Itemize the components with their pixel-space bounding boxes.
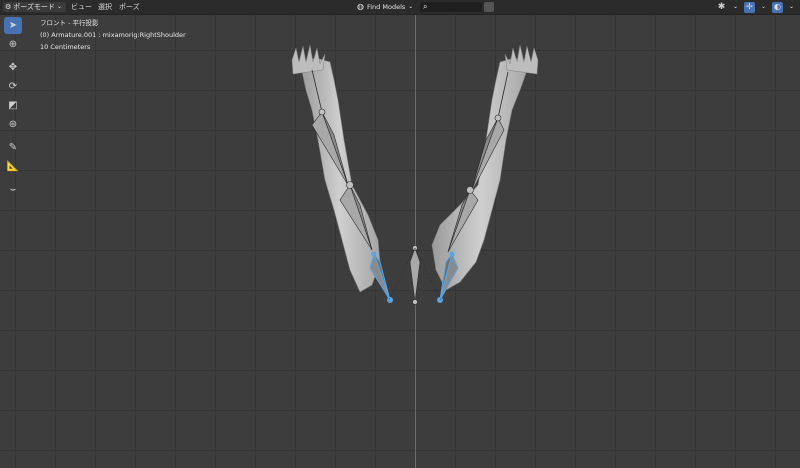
active-object-label: (0) Armature.001 : mixamorig:RightShould… <box>40 31 186 39</box>
rotate-icon: ⟳ <box>8 81 18 92</box>
select-tool[interactable]: ➤ <box>4 17 22 34</box>
pencil-icon: ✎ <box>8 142 18 153</box>
scale-icon: ◩ <box>8 100 18 111</box>
search-input[interactable]: ⌕ <box>420 2 482 12</box>
header-right-icons: ✱ ⌄ ✢ ⌄ ◐ ⌄ <box>716 1 794 13</box>
armature-scene[interactable] <box>0 0 800 468</box>
scale-tool[interactable]: ◩ <box>4 97 22 114</box>
viewport-info: フロント - 平行投影 (0) Armature.001 : mixamorig… <box>40 17 186 53</box>
menu-view[interactable]: ビュー <box>71 0 92 14</box>
find-models-dropdown[interactable]: ◍ Find Models ⌄ <box>357 2 413 12</box>
mode-label: ポーズモード <box>13 3 55 11</box>
viewport-header: ⚙ ポーズモード ⌄ ビュー 選択 ポーズ ◍ Find Models ⌄ ⌕ … <box>0 0 800 15</box>
measure-tool[interactable]: 📐 <box>4 158 22 175</box>
menu-pose[interactable]: ポーズ <box>119 0 140 14</box>
globe-icon: ◍ <box>357 2 364 11</box>
chevron-down-icon: ⌄ <box>56 3 62 10</box>
rotate-tool[interactable]: ⟳ <box>4 78 22 95</box>
cursor-arrow-icon: ➤ <box>8 20 18 31</box>
crosshair-icon: ⊕ <box>8 39 18 50</box>
move-icon: ✥ <box>8 62 18 73</box>
chevron-down-icon[interactable]: ⌄ <box>733 2 738 13</box>
annotate-tool[interactable]: ✎ <box>4 139 22 156</box>
search-options-button[interactable] <box>484 2 494 12</box>
relax-pose-icon: ⌣ <box>9 184 17 195</box>
overlay-icon[interactable]: ◐ <box>772 1 783 13</box>
find-models-label: Find Models <box>366 3 406 11</box>
transform-gizmo-icon[interactable]: ✢ <box>744 1 755 13</box>
gizmo-icon[interactable]: ✱ <box>716 2 727 13</box>
mode-dropdown[interactable]: ⚙ ポーズモード ⌄ <box>3 2 66 12</box>
ruler-icon: 📐 <box>6 161 20 172</box>
move-tool[interactable]: ✥ <box>4 59 22 76</box>
search-icon: ⌕ <box>423 2 428 11</box>
grid-scale-label: 10 Centimeters <box>40 43 91 51</box>
chevron-down-icon[interactable]: ⌄ <box>789 2 794 13</box>
left-arm-mesh <box>291 44 381 293</box>
transform-tool[interactable]: ⊛ <box>4 116 22 133</box>
pose-tool[interactable]: ⌣ <box>4 181 22 198</box>
pose-mode-icon: ⚙ <box>5 3 12 11</box>
right-arm-mesh <box>431 44 539 291</box>
transform-icon: ⊛ <box>8 119 18 130</box>
menu-select[interactable]: 選択 <box>98 0 112 14</box>
cursor-tool[interactable]: ⊕ <box>4 36 22 53</box>
tool-shelf: ➤ ⊕ ✥ ⟳ ◩ ⊛ ✎ 📐 ⌣ <box>4 17 24 200</box>
chevron-down-icon[interactable]: ⌄ <box>761 2 766 13</box>
view-name: フロント - 平行投影 <box>40 19 99 27</box>
chevron-down-icon: ⌄ <box>408 3 414 10</box>
